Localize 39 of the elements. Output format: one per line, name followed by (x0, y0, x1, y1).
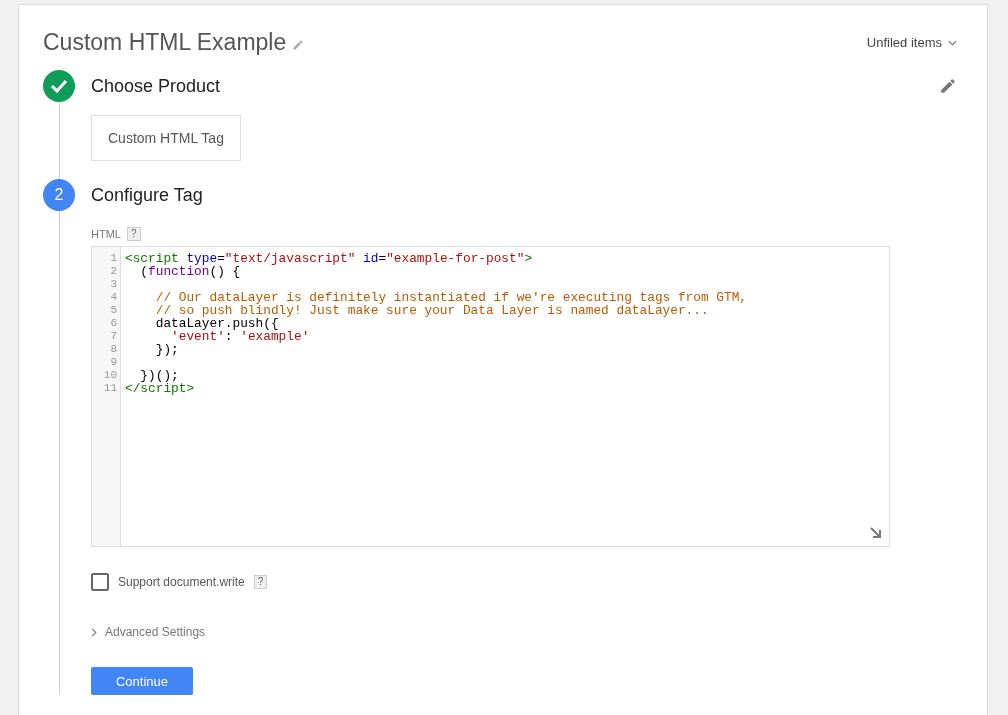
code-line: </script> (125, 382, 195, 395)
line-number: 8 (109, 343, 118, 356)
chevron-down-icon (948, 39, 957, 46)
code-line: // so push blindly! Just make sure your Data Layer is named dataLayer... (154, 304, 709, 317)
step-title: Configure Tag (91, 184, 203, 206)
step-number: 2 (43, 179, 75, 211)
line-number: 10 (102, 369, 118, 382)
pencil-icon (939, 77, 957, 95)
code-line: 'event': 'example' (171, 330, 310, 343)
checkbox[interactable] (91, 573, 109, 591)
checkmark-icon (50, 79, 68, 93)
line-number: 3 (109, 278, 118, 291)
chevron-right-icon (91, 627, 97, 637)
help-icon[interactable]: ? (253, 575, 268, 589)
code-line: <script type="text/javascript" id="example-for-post"> (125, 252, 533, 265)
step-title: Choose Product (91, 75, 221, 97)
line-number: 6 (109, 317, 118, 330)
line-number: 1 (109, 252, 118, 265)
folder-menu[interactable]: Unfiled items (866, 35, 957, 50)
field-label: HTML (91, 228, 121, 240)
continue-button[interactable]: Continue (91, 667, 193, 695)
code-line: }); (154, 343, 179, 356)
code-line: (function() { (140, 265, 241, 278)
checkbox-label: Support document.write (118, 575, 245, 589)
help-icon[interactable]: ? (126, 227, 141, 241)
code-line: dataLayer.push({ (154, 317, 279, 330)
container-title: Custom HTML Example (43, 29, 287, 56)
line-number: 11 (102, 382, 118, 395)
product-chip[interactable]: Custom HTML Tag (91, 115, 241, 161)
pencil-icon (292, 38, 305, 51)
code-line: })(); (140, 369, 179, 382)
resize-arrow-icon (869, 526, 883, 540)
code-line: // Our dataLayer is definitely instantiated if we're executing tags from GTM, (154, 291, 748, 304)
line-number: 9 (109, 356, 118, 369)
advanced-settings-toggle[interactable]: Advanced Settings (91, 625, 206, 639)
line-number: 5 (109, 304, 118, 317)
line-number: 2 (109, 265, 118, 278)
line-number: 4 (109, 291, 118, 304)
line-number: 7 (109, 330, 118, 343)
